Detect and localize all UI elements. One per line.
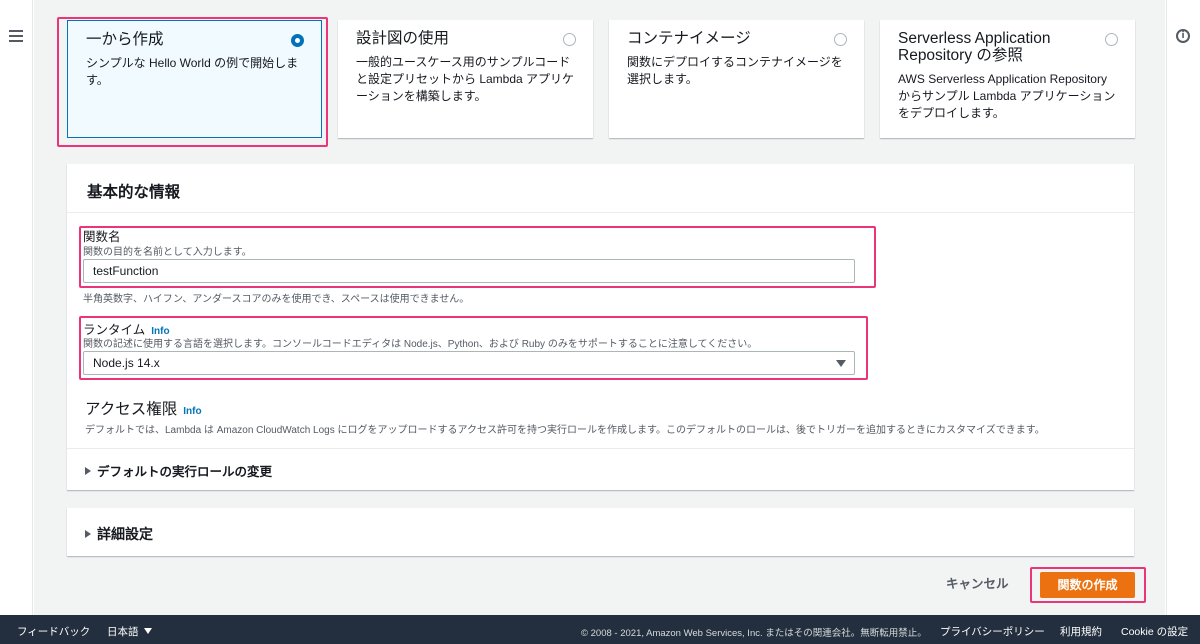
permissions-description: デフォルトでは、Lambda は Amazon CloudWatch Logs … xyxy=(85,425,1045,436)
function-name-hint: 関数の目的を名前として入力します。 xyxy=(83,247,252,258)
advanced-settings-label: 詳細設定 xyxy=(97,526,153,542)
copyright-text: © 2008 - 2021, Amazon Web Services, Inc.… xyxy=(581,628,927,639)
radio-button[interactable] xyxy=(834,33,847,46)
footer: フィードバック 日本語 © 2008 - 2021, Amazon Web Se… xyxy=(0,615,1200,644)
panel-title: 基本的な情報 xyxy=(67,164,1134,213)
radio-button[interactable] xyxy=(1105,33,1118,46)
terms-link[interactable]: 利用規約 xyxy=(1060,624,1102,639)
runtime-selected-value: Node.js 14.x xyxy=(93,356,160,370)
card-title: Serverless Application Repository の参照 xyxy=(898,30,1051,64)
radio-button[interactable] xyxy=(563,33,576,46)
caret-down-icon xyxy=(143,628,152,634)
caret-right-icon xyxy=(85,467,91,475)
runtime-select[interactable]: Node.js 14.x xyxy=(83,351,855,375)
advanced-settings-panel[interactable]: 詳細設定 xyxy=(67,508,1134,556)
option-card-use-blueprint[interactable]: 設計図の使用 一般的ユースケース用のサンプルコードと設定プリセットから Lamb… xyxy=(338,20,593,138)
permissions-title: アクセス権限 xyxy=(85,401,178,418)
privacy-link[interactable]: プライバシーポリシー xyxy=(940,624,1045,639)
basic-info-panel: 基本的な情報 関数名 関数の目的を名前として入力します。 半角英数字、ハイフン、… xyxy=(67,164,1134,490)
feedback-link[interactable]: フィードバック xyxy=(17,624,90,639)
language-label: 日本語 xyxy=(107,626,139,638)
function-name-input[interactable] xyxy=(83,259,855,283)
main-content: 一から作成 シンプルな Hello World の例で開始します。 設計図の使用… xyxy=(34,0,1165,615)
language-selector[interactable]: 日本語 xyxy=(107,624,152,639)
menu-icon[interactable] xyxy=(9,30,23,42)
option-card-author-from-scratch[interactable]: 一から作成 シンプルな Hello World の例で開始します。 xyxy=(67,20,322,138)
card-title: 一から作成 xyxy=(86,31,164,48)
create-function-button[interactable]: 関数の作成 xyxy=(1040,572,1135,598)
option-card-container-image[interactable]: コンテナイメージ 関数にデプロイするコンテナイメージを選択します。 xyxy=(609,20,864,138)
card-description: 関数にデプロイするコンテナイメージを選択します。 xyxy=(627,55,843,86)
option-card-serverless-repository[interactable]: Serverless Application Repository の参照 AW… xyxy=(880,20,1135,138)
left-navigation-rail xyxy=(0,0,33,615)
card-description: AWS Serverless Application Repository から… xyxy=(898,72,1116,120)
cancel-button[interactable]: キャンセル xyxy=(946,573,1009,592)
cookie-settings-link[interactable]: Cookie の設定 xyxy=(1121,624,1188,639)
card-description: 一般的ユースケース用のサンプルコードと設定プリセットから Lambda アプリケ… xyxy=(356,55,575,103)
advanced-settings-expander[interactable]: 詳細設定 xyxy=(85,524,153,544)
function-name-constraint: 半角英数字、ハイフン、アンダースコアのみを使用でき、スペースは使用できません。 xyxy=(83,294,470,305)
expander-label: デフォルトの実行ロールの変更 xyxy=(97,465,273,479)
change-execution-role-expander[interactable]: デフォルトの実行ロールの変更 xyxy=(85,461,272,480)
permissions-title-row: アクセス権限 Info xyxy=(85,397,202,419)
card-title: コンテナイメージ xyxy=(627,30,751,47)
permissions-info-link[interactable]: Info xyxy=(183,406,201,417)
card-title: 設計図の使用 xyxy=(356,30,450,47)
caret-down-icon xyxy=(836,360,846,367)
right-help-rail: i xyxy=(1166,0,1200,615)
radio-button[interactable] xyxy=(291,34,304,47)
caret-right-icon xyxy=(85,530,91,538)
info-icon[interactable]: i xyxy=(1176,29,1190,43)
divider xyxy=(67,448,1134,449)
runtime-hint: 関数の記述に使用する言語を選択します。コンソールコードエディタは Node.js… xyxy=(83,339,758,350)
card-description: シンプルな Hello World の例で開始します。 xyxy=(86,56,299,87)
